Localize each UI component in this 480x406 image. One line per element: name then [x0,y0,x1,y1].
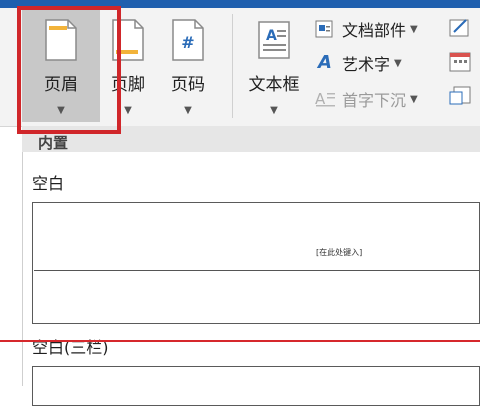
blank-three-column-thumbnail[interactable] [32,366,480,406]
placeholder-text: [在此处键入] [316,248,363,257]
chevron-down-icon: ▼ [410,93,418,105]
wordart-button[interactable]: A 艺术字 ▼ [314,50,402,76]
highlight-box [17,6,121,134]
object-icon[interactable] [446,84,476,108]
quick-parts-button[interactable]: 文档部件 ▼ [314,16,418,42]
drop-cap-label: 首字下沉 [342,91,407,110]
gallery-item-title: 空白(三栏) [32,338,109,357]
chevron-down-icon: ▼ [184,105,192,116]
svg-text:A: A [266,28,277,44]
chevron-down-icon: ▼ [410,23,418,35]
date-time-icon[interactable] [446,50,476,74]
textbox-button[interactable]: A 文本框 ▼ [240,10,308,122]
group-separator [232,14,233,118]
wordart-label: 艺术字 [342,55,391,74]
header-rule-line [34,270,480,271]
section-label: 内置 [38,134,69,152]
chevron-down-icon: ▼ [124,105,132,116]
textbox-icon: A [258,21,290,59]
wordart-icon: A [318,52,332,73]
page-number-button[interactable]: # 页码 ▼ [160,10,216,122]
page-number-button-label: 页码 [171,75,205,95]
page-number-icon: # [172,19,204,61]
blank-header-thumbnail[interactable] [32,202,480,324]
chevron-down-icon: ▼ [394,57,402,69]
quick-parts-label: 文档部件 [342,21,407,40]
chevron-down-icon: ▼ [270,105,278,116]
overflow-tools [446,10,480,108]
textbox-button-label: 文本框 [248,75,300,95]
page-number-glyph: # [181,33,194,52]
annotation-line [0,340,480,342]
quick-parts-icon [315,20,333,38]
gallery-item-title: 空白 [32,174,65,193]
signature-line-icon[interactable] [446,16,476,40]
drop-cap-icon: A [315,90,335,108]
drop-cap-button[interactable]: A 首字下沉 ▼ [314,86,418,112]
